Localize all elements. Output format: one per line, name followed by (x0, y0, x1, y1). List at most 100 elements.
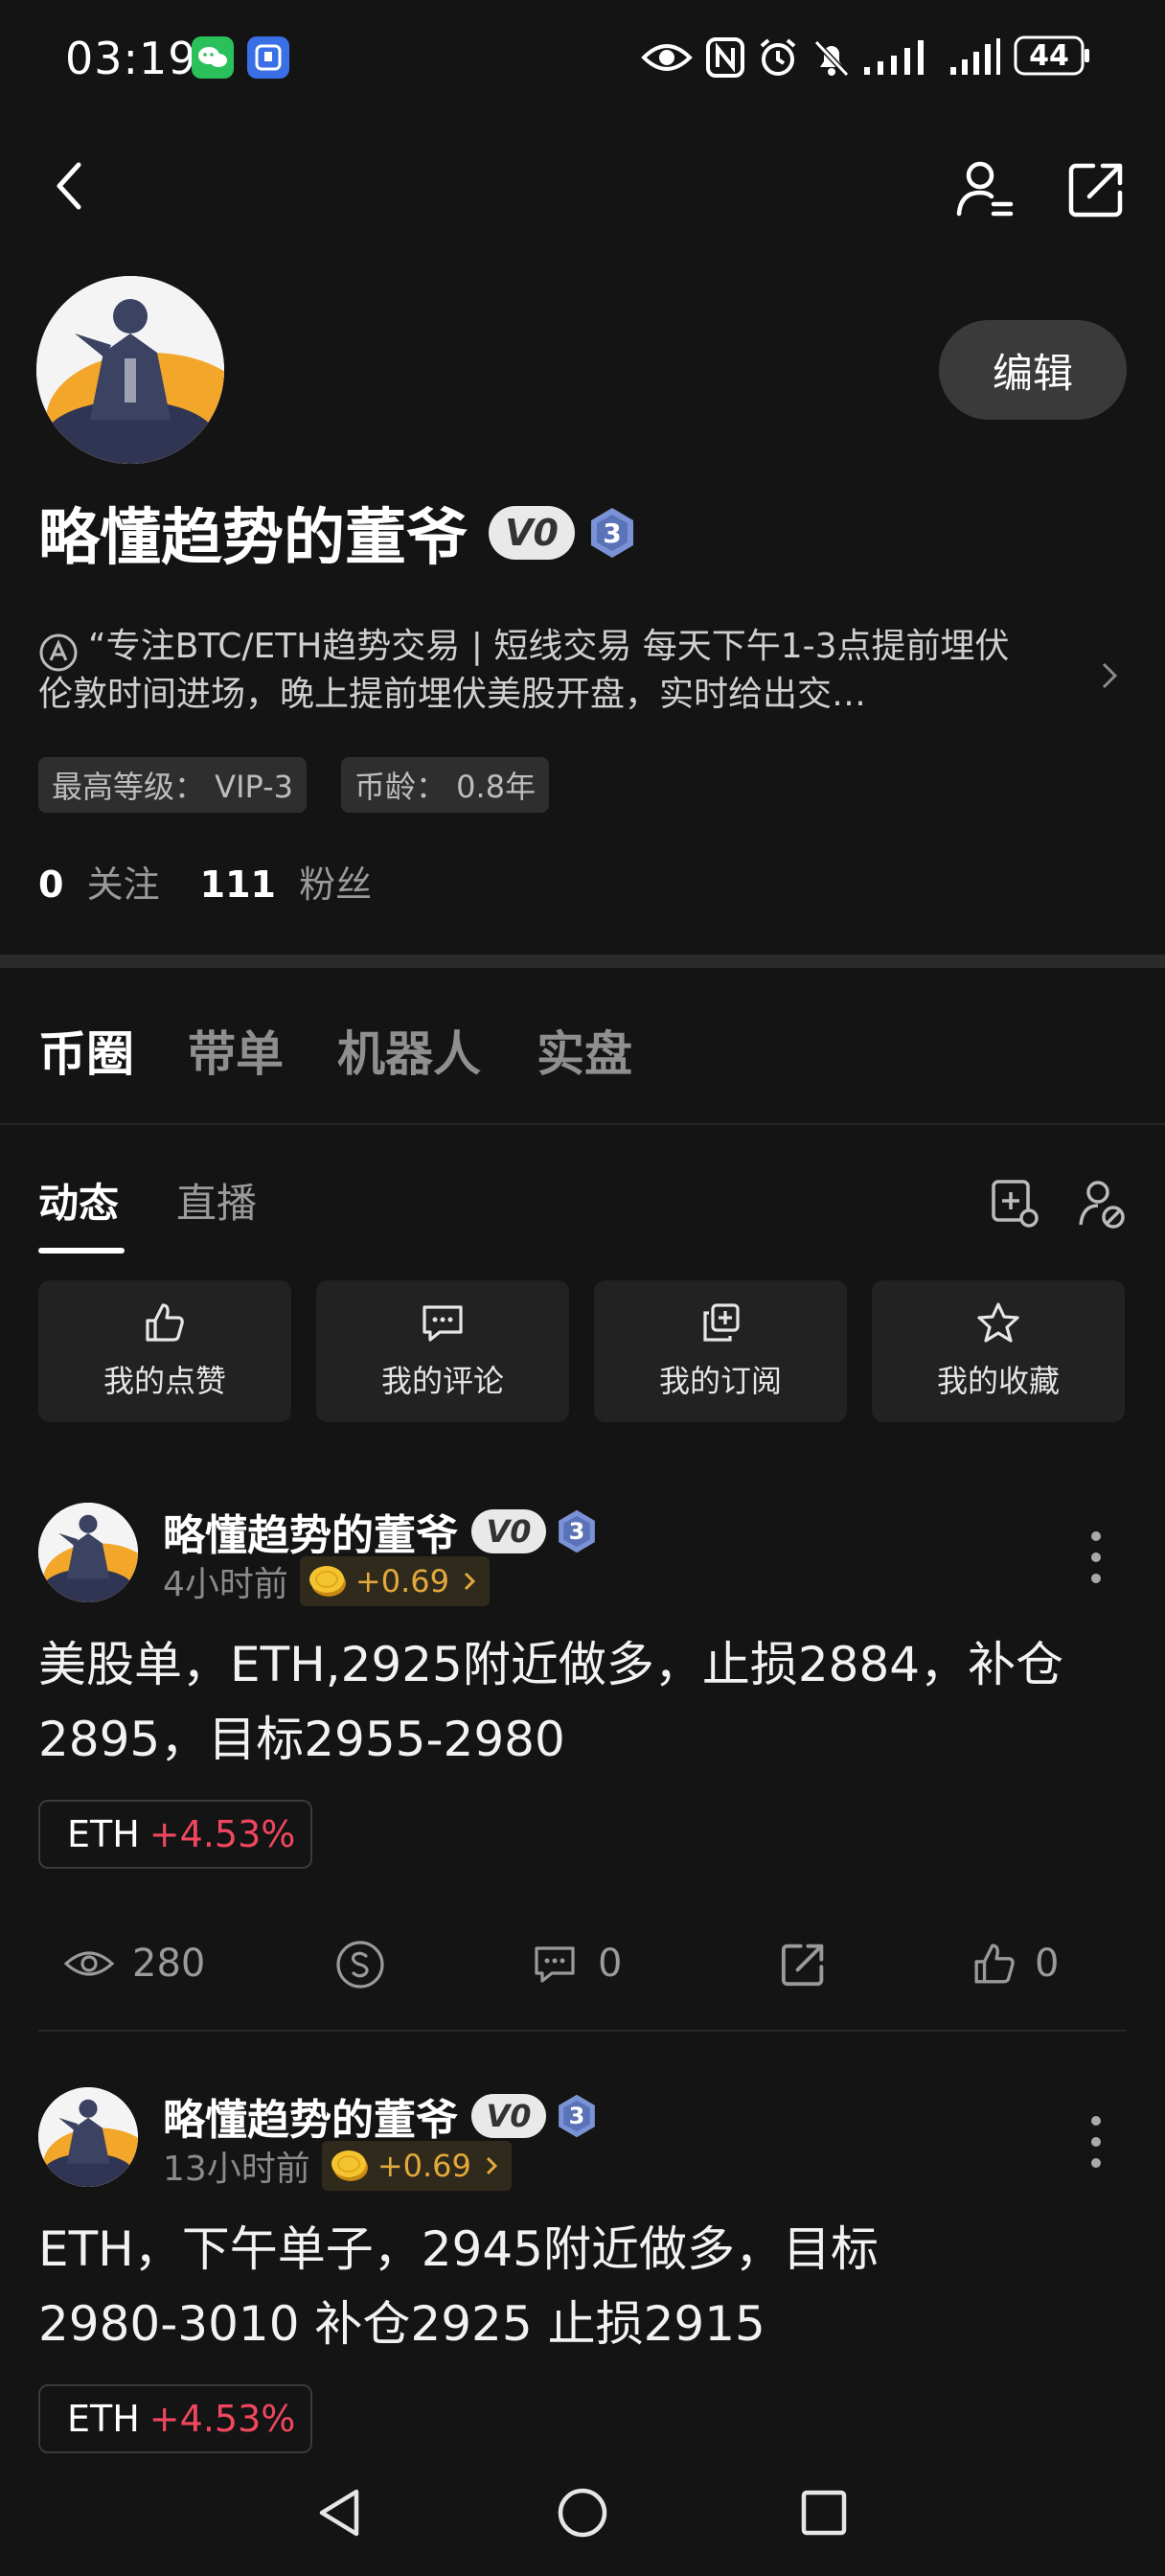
chevron-left-icon (57, 162, 81, 210)
post-body[interactable]: 美股单，ETH,2925附近做多，止损2884，补仓 2895，目标2955-2… (38, 1627, 1131, 1777)
tab-live-trading[interactable]: 实盘 (537, 1016, 632, 1085)
vip-badge: V0 (471, 2094, 546, 2138)
followers-link[interactable]: 111 粉丝 (200, 855, 373, 908)
nav-recents-button[interactable] (789, 2478, 858, 2547)
following-label: 关注 (86, 863, 160, 906)
comments-stat[interactable]: 0 (529, 1942, 622, 1986)
subtab-live[interactable]: 直播 (176, 1171, 257, 1230)
share-icon (1068, 163, 1123, 218)
avatar[interactable] (36, 276, 224, 464)
post-text-line: 2895，目标2955-2980 (38, 1712, 565, 1767)
bio-text[interactable]: “专注BTC/ETH趋势交易 | 短线交易 每天下午1-3点提前埋伏伦敦时间进场… (38, 623, 1035, 719)
post-more-button[interactable] (1077, 1524, 1115, 1591)
battery-level: 44 (1029, 38, 1069, 73)
create-post-button[interactable] (987, 1175, 1044, 1232)
post-author-row: 略懂趋势的董爷 V0 3 (163, 1501, 598, 1562)
coin-reward-pill[interactable]: +0.69 (299, 1556, 490, 1606)
my-favorites-button[interactable]: 我的收藏 (872, 1280, 1125, 1422)
likes-stat[interactable]: 0 (971, 1942, 1059, 1986)
my-subscriptions-button[interactable]: 我的订阅 (594, 1280, 847, 1422)
circle-home-icon (558, 2488, 607, 2538)
share-profile-button[interactable] (1060, 153, 1132, 226)
level-badge: 3 (588, 506, 636, 560)
level-badge: 3 (556, 2093, 598, 2139)
post-card[interactable]: 略懂趋势的董爷 V0 3 13小时前 +0.69 ETH，下午单子，2945附近… (0, 2080, 1165, 2453)
profile-header: 略懂趋势的董爷 V0 3 (38, 489, 636, 577)
app-notification-icon (247, 36, 289, 82)
nav-home-button[interactable] (548, 2478, 617, 2547)
user-settings-icon (956, 161, 1014, 217)
battery-icon: 44 (1014, 34, 1092, 77)
star-icon (977, 1302, 1019, 1343)
ticker-change: +4.53% (148, 1813, 296, 1855)
comment-icon (423, 1305, 463, 1342)
my-likes-label: 我的点赞 (103, 1363, 226, 1399)
following-count: 0 (38, 863, 64, 906)
signal-icon (860, 38, 929, 80)
post-author-avatar[interactable] (38, 1503, 138, 1602)
post-body[interactable]: ETH，下午单子，2945附近做多，目标 2980-3010 补仓2925 止损… (38, 2212, 1131, 2361)
followers-label: 粉丝 (299, 863, 373, 906)
comments-count: 0 (598, 1942, 623, 1986)
post-author-name[interactable]: 略懂趋势的董爷 (163, 2085, 458, 2147)
back-button[interactable] (38, 153, 100, 218)
vip-badge: V0 (471, 1509, 546, 1553)
status-time: 03:19 (65, 33, 197, 84)
triangle-back-icon (319, 2489, 359, 2537)
ticker-symbol: ETH (67, 1813, 140, 1855)
profile-settings-button[interactable] (948, 153, 1021, 226)
my-likes-button[interactable]: 我的点赞 (38, 1280, 291, 1422)
subtab-activity[interactable]: 动态 (38, 1171, 119, 1230)
signal-icon (948, 38, 1000, 80)
post-author-avatar[interactable] (38, 2087, 138, 2187)
eye-icon (63, 1951, 115, 1976)
tab-bots[interactable]: 机器人 (337, 1016, 481, 1085)
followers-count: 111 (199, 863, 276, 906)
blocked-users-button[interactable] (1073, 1175, 1131, 1232)
user-block-icon (1079, 1181, 1125, 1229)
vip-badge: V0 (489, 506, 575, 560)
share-icon (781, 1944, 824, 1987)
subscribe-icon (703, 1303, 740, 1342)
post-more-button[interactable] (1077, 2108, 1115, 2175)
more-vertical-icon (1091, 2116, 1101, 2168)
my-comments-button[interactable]: 我的评论 (316, 1280, 569, 1422)
views-stat: 280 (63, 1942, 205, 1986)
share-post-button[interactable] (774, 1936, 832, 1993)
post-text-line: 美股单，ETH,2925附近做多，止损2884，补仓 (38, 1637, 1064, 1692)
my-comments-label: 我的评论 (380, 1363, 504, 1399)
nfc-icon (705, 36, 745, 82)
post-card[interactable]: 略懂趋势的董爷 V0 3 4小时前 +0.69 美股单，ETH,2925附近做多… (0, 1495, 1165, 2032)
nav-back-button[interactable] (305, 2478, 374, 2547)
post-meta-row: 13小时前 +0.69 (163, 2141, 512, 2191)
ticker-chip[interactable]: ETH +4.53% (38, 2384, 312, 2453)
post-text-line: 2980-3010 补仓2925 止损2915 (38, 2296, 765, 2352)
tab-copy-trading[interactable]: 带单 (188, 1016, 284, 1085)
post-divider (38, 2030, 1127, 2032)
ticker-change: +4.53% (148, 2398, 296, 2440)
eye-icon (640, 38, 694, 80)
post-time: 4小时前 (163, 1565, 288, 1604)
edit-profile-button[interactable]: 编辑 (939, 320, 1127, 420)
ticker-chip[interactable]: ETH +4.53% (38, 1800, 312, 1869)
level-number: 3 (603, 517, 622, 549)
post-author-name[interactable]: 略懂趋势的董爷 (163, 1501, 458, 1562)
system-nav-bar (0, 2453, 1165, 2576)
coin-change: +0.69 (354, 1563, 449, 1599)
chevron-right-icon[interactable] (1100, 661, 1119, 694)
level-number: 3 (568, 1518, 585, 1545)
my-subscriptions-label: 我的订阅 (658, 1363, 782, 1399)
tip-coin-icon (336, 1941, 384, 1989)
follow-stats: 0 关注 111 粉丝 (38, 855, 372, 908)
add-post-icon (992, 1180, 1039, 1228)
section-divider (0, 954, 1165, 968)
following-link[interactable]: 0 关注 (38, 855, 160, 908)
tab-coin-circle[interactable]: 币圈 (38, 1016, 134, 1085)
tip-button[interactable] (331, 1936, 389, 1993)
chevron-right-icon (464, 1572, 476, 1591)
coin-reward-pill[interactable]: +0.69 (321, 2141, 512, 2191)
level-number: 3 (568, 2103, 585, 2129)
thumbs-up-icon (146, 1303, 184, 1342)
tabs-divider (0, 1123, 1165, 1125)
coin-icon (331, 2150, 368, 2181)
